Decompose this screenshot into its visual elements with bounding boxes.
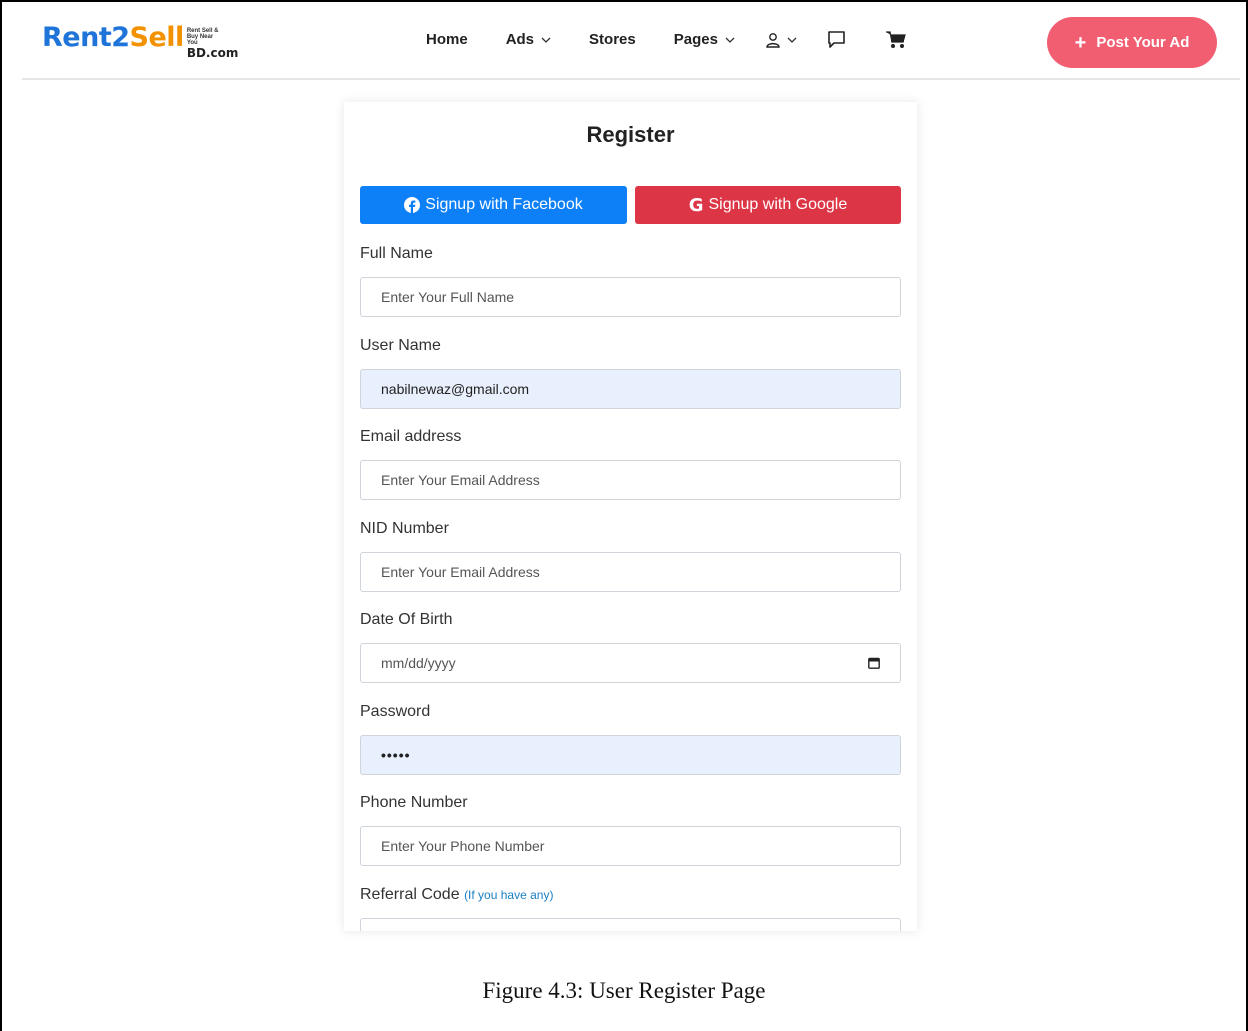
dob-field[interactable]: mm/dd/yyyy [360, 643, 901, 683]
figure-caption: Figure 4.3: User Register Page [482, 978, 766, 1003]
google-signup-label: Signup with Google [708, 196, 848, 213]
nav-home[interactable]: Home [426, 31, 468, 48]
nid-placeholder: Enter Your Email Address [381, 564, 540, 580]
logo-domain: BD.com [186, 46, 239, 60]
calendar-icon[interactable] [868, 657, 880, 669]
site-logo[interactable]: Rent2Sell Rent Sell & Buy Near You BD.co… [42, 24, 238, 60]
user-name-field[interactable]: nabilnewaz@gmail.com [360, 369, 901, 409]
nav-stores-label: Stores [589, 31, 636, 48]
main-nav: Home Ads Stores Pages [426, 30, 906, 49]
chevron-down-icon [725, 37, 735, 43]
nav-stores[interactable]: Stores [589, 31, 636, 48]
email-label: Email address [360, 428, 462, 445]
referral-hint: (If you have any) [464, 888, 554, 902]
chevron-down-icon [541, 37, 551, 43]
google-icon: G [688, 194, 704, 216]
user-name-label: User Name [360, 337, 441, 354]
phone-placeholder: Enter Your Phone Number [381, 838, 545, 854]
user-menu[interactable] [765, 32, 797, 48]
post-ad-label: Post Your Ad [1096, 34, 1190, 51]
nid-label: NID Number [360, 520, 449, 537]
full-name-label: Full Name [360, 245, 433, 262]
full-name-field[interactable]: Enter Your Full Name [360, 277, 901, 317]
facebook-signup-label: Signup with Facebook [425, 196, 583, 213]
phone-field[interactable]: Enter Your Phone Number [360, 826, 901, 866]
dob-placeholder: mm/dd/yyyy [381, 655, 456, 671]
nav-ads[interactable]: Ads [506, 31, 551, 48]
logo-part2: Sell [129, 22, 185, 53]
dob-label: Date Of Birth [360, 611, 453, 628]
referral-label: Referral Code (If you have any) [360, 886, 553, 904]
nav-ads-label: Ads [505, 31, 535, 48]
page-title: Register [586, 122, 675, 147]
post-ad-button[interactable]: + Post Your Ad [1047, 17, 1217, 68]
chat-button[interactable] [827, 30, 846, 49]
full-name-placeholder: Enter Your Full Name [381, 289, 515, 305]
password-label: Password [360, 703, 431, 720]
email-field[interactable]: Enter Your Email Address [360, 460, 901, 500]
google-signup-button[interactable]: G Signup with Google [635, 186, 901, 224]
password-field[interactable]: ••••• [360, 735, 901, 775]
register-card: Register Signup with Facebook G Signup w… [344, 102, 917, 931]
user-name-value: nabilnewaz@gmail.com [381, 381, 530, 397]
chat-icon [828, 31, 845, 48]
logo-tagline: Rent Sell & Buy Near You [186, 28, 219, 46]
facebook-icon [404, 197, 421, 213]
facebook-signup-button[interactable]: Signup with Facebook [360, 186, 627, 224]
logo-wordmark: Rent2Sell [42, 24, 184, 51]
password-value: ••••• [381, 747, 411, 763]
nav-pages-label: Pages [673, 31, 718, 48]
user-icon [766, 32, 780, 48]
nav-home-label: Home [426, 31, 468, 48]
email-placeholder: Enter Your Email Address [381, 472, 540, 488]
nav-pages[interactable]: Pages [674, 31, 735, 48]
cart-button[interactable] [885, 30, 906, 49]
logo-side: Rent Sell & Buy Near You BD.com [187, 28, 239, 59]
referral-label-text: Referral Code [360, 886, 460, 903]
plus-icon: + [1074, 31, 1087, 54]
logo-part1: Rent2 [42, 22, 130, 53]
chevron-down-icon [787, 37, 797, 43]
phone-label: Phone Number [360, 794, 468, 811]
nid-field[interactable]: Enter Your Email Address [360, 552, 901, 592]
site-header: Rent2Sell Rent Sell & Buy Near You BD.co… [22, 2, 1240, 80]
referral-field[interactable] [360, 918, 901, 931]
cart-icon [885, 30, 906, 48]
